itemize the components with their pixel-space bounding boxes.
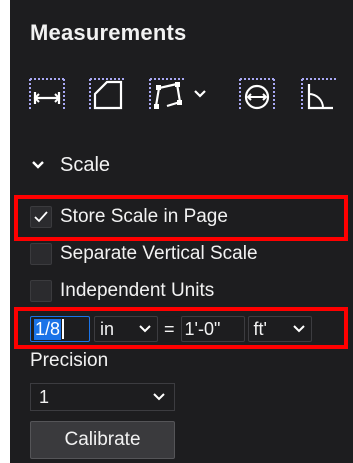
separate-vertical-option[interactable]: Separate Vertical Scale	[30, 240, 258, 268]
calibrate-button[interactable]: Calibrate	[30, 421, 175, 459]
page-unit-select[interactable]: in	[94, 316, 158, 342]
area-tool-icon	[89, 78, 124, 111]
chevron-down-icon	[32, 161, 44, 169]
independent-units-checkbox[interactable]	[30, 280, 52, 302]
chevron-down-icon	[153, 393, 165, 401]
scale-section-label: Scale	[60, 153, 111, 176]
diameter-tool-button[interactable]	[237, 72, 277, 116]
page-unit-value: in	[100, 318, 115, 339]
store-scale-label: Store Scale in Page	[60, 206, 228, 227]
world-value-input[interactable]: 1'-0"	[180, 316, 245, 342]
angle-tool-button[interactable]	[299, 72, 339, 116]
store-scale-option[interactable]: Store Scale in Page	[30, 203, 228, 231]
separate-vertical-checkbox[interactable]	[30, 243, 52, 265]
world-unit-select[interactable]: ft'	[247, 316, 312, 342]
precision-select[interactable]: 1	[30, 383, 175, 411]
world-value-text: 1'-0"	[184, 318, 221, 339]
separate-vertical-label: Separate Vertical Scale	[60, 243, 258, 264]
polyline-tool-button[interactable]	[147, 72, 209, 116]
precision-label: Precision	[30, 350, 109, 371]
area-tool-button[interactable]	[87, 72, 127, 116]
diameter-tool-icon	[239, 78, 275, 111]
page-value-text: 1/8	[34, 318, 62, 340]
scale-section-header[interactable]: Scale	[30, 150, 110, 180]
world-unit-value: ft'	[253, 318, 267, 339]
panel-title: Measurements	[30, 20, 187, 45]
text-caret	[62, 319, 65, 339]
measurement-toolbar	[27, 72, 353, 116]
chevron-down-icon[interactable]	[191, 85, 209, 103]
angle-tool-icon	[301, 78, 336, 111]
scale-ratio-row: 1/8 in = 1'-0" ft'	[30, 314, 312, 344]
length-tool-button[interactable]	[27, 72, 67, 116]
independent-units-option[interactable]: Independent Units	[30, 277, 214, 305]
equals-sign: =	[164, 318, 175, 339]
page-value-input[interactable]: 1/8	[30, 316, 90, 342]
precision-value: 1	[39, 386, 50, 407]
independent-units-label: Independent Units	[60, 280, 215, 301]
length-tool-icon	[29, 78, 65, 111]
chevron-down-icon	[139, 325, 151, 333]
polyline-tool-icon	[149, 78, 184, 111]
measurements-panel: Measurements Scale Store Scale in Page S…	[10, 0, 353, 463]
chevron-down-icon	[292, 325, 305, 333]
checkmark-icon	[34, 211, 48, 223]
store-scale-checkbox[interactable]	[30, 206, 52, 228]
